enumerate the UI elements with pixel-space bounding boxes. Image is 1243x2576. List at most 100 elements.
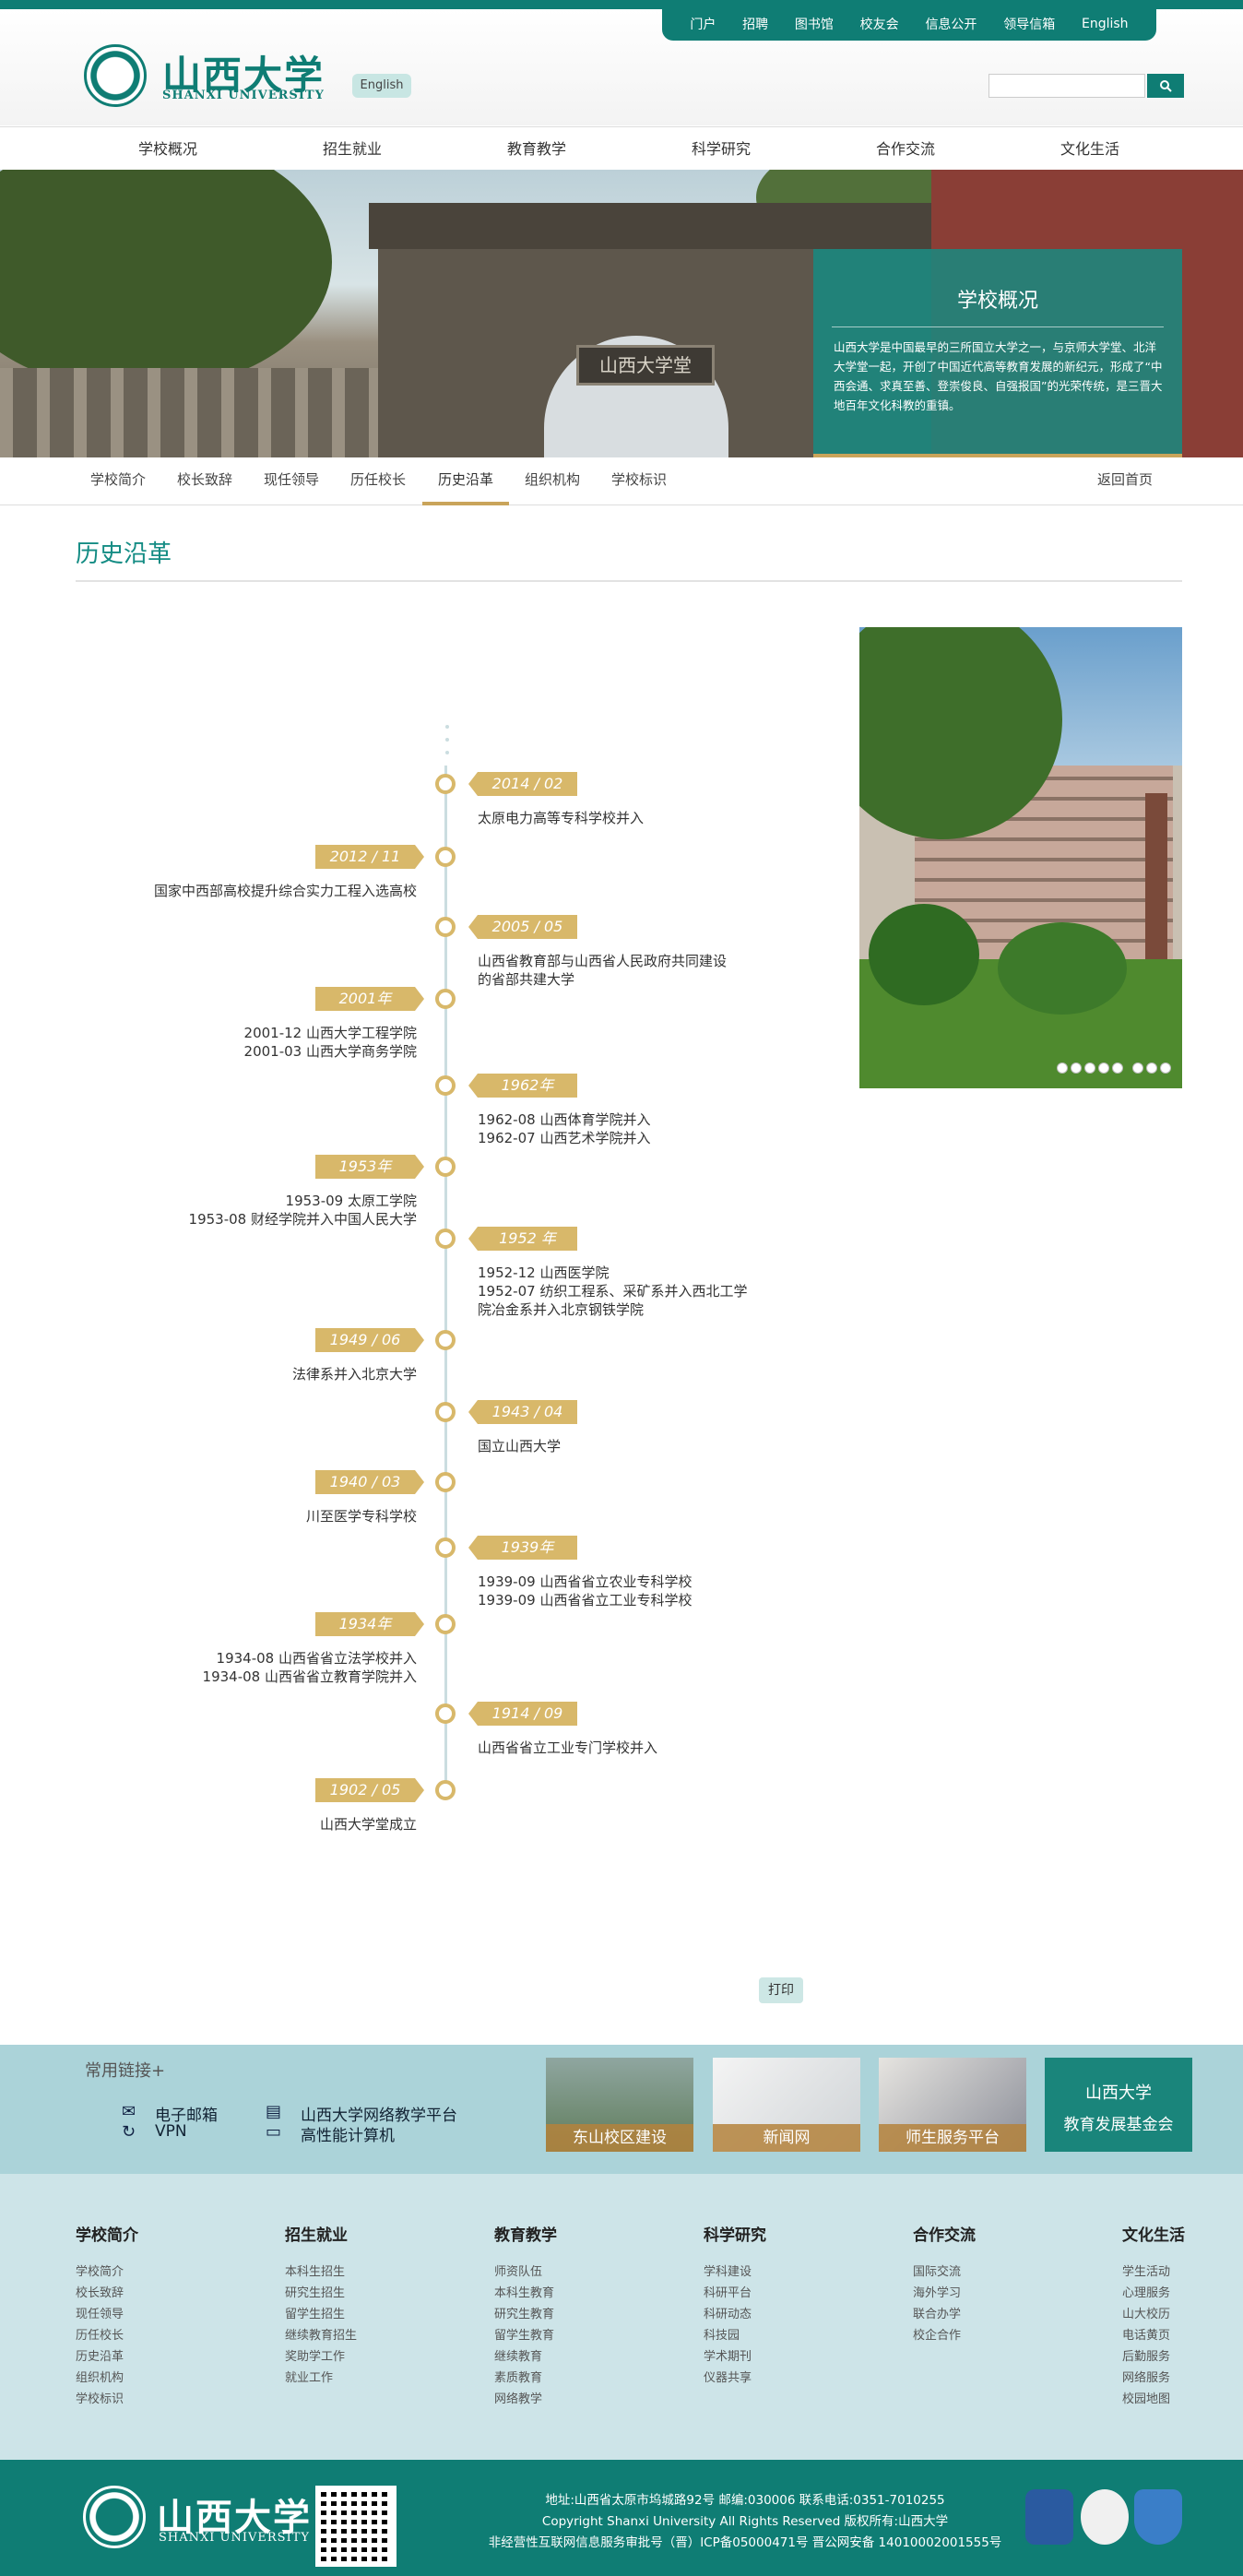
footer-link[interactable]: 学科建设 — [704, 2261, 870, 2283]
footer-link[interactable]: 奖助学工作 — [285, 2346, 451, 2368]
footer-link[interactable]: 历任校长 — [76, 2325, 242, 2346]
footer-link[interactable]: 科研平台 — [704, 2283, 870, 2304]
footer-column-title[interactable]: 招生就业 — [285, 2222, 451, 2245]
top-link-jobs[interactable]: 招聘 — [742, 15, 768, 33]
cyber-police-icon[interactable] — [1081, 2489, 1129, 2545]
logo-text-en[interactable]: SHANXI UNIVERSITY — [162, 89, 325, 102]
slider-dot[interactable] — [1084, 1062, 1095, 1074]
footer-link[interactable]: 海外学习 — [913, 2283, 1079, 2304]
footer-link[interactable]: 仪器共享 — [704, 2368, 870, 2389]
subnav-item-history[interactable]: 历史沿革 — [422, 457, 509, 505]
top-link-info[interactable]: 信息公开 — [925, 15, 977, 33]
footer-link[interactable]: 留学生教育 — [494, 2325, 660, 2346]
search-button[interactable] — [1147, 74, 1184, 98]
link-vpn[interactable]: VPN — [155, 2122, 187, 2141]
footer-column-title[interactable]: 教育教学 — [494, 2222, 660, 2245]
search-input[interactable] — [988, 74, 1145, 98]
link-hpc[interactable]: 高性能计算机 — [301, 2122, 395, 2145]
footer-link[interactable]: 后勤服务 — [1122, 2346, 1243, 2368]
top-link-mailbox[interactable]: 领导信箱 — [1003, 15, 1055, 33]
timeline-event-line: 太原电力高等专科学校并入 — [478, 810, 645, 826]
tile-service-platform[interactable]: 师生服务平台 — [879, 2058, 1026, 2152]
footer-link[interactable]: 心理服务 — [1122, 2283, 1243, 2304]
footer-link[interactable]: 科研动态 — [704, 2304, 870, 2325]
top-link-portal[interactable]: 门户 — [690, 15, 716, 33]
nav-item-education[interactable]: 教育教学 — [463, 127, 610, 172]
tile-dongshan-campus[interactable]: 东山校区建设 — [546, 2058, 693, 2152]
timeline-date-tag: 1902 / 05 — [315, 1778, 424, 1802]
subnav-item-identity[interactable]: 学校标识 — [596, 457, 682, 505]
nav-item-overview[interactable]: 学校概况 — [94, 127, 242, 172]
footer-link[interactable]: 学生活动 — [1122, 2261, 1243, 2283]
nav-item-cooperation[interactable]: 合作交流 — [832, 127, 979, 172]
footer-link[interactable]: 素质教育 — [494, 2368, 660, 2389]
footer-link[interactable]: 学术期刊 — [704, 2346, 870, 2368]
footer-icp[interactable]: 非经营性互联网信息服务审批号（晋）ICP备05000471号 晋公网安备 140… — [441, 2532, 1049, 2550]
quick-links-title[interactable]: 常用链接+ — [85, 2058, 165, 2082]
footer-link[interactable]: 电话黄页 — [1122, 2325, 1243, 2346]
police-badge-icon[interactable] — [1025, 2489, 1073, 2545]
nav-item-admission[interactable]: 招生就业 — [278, 127, 426, 172]
footer-link[interactable]: 学校标识 — [76, 2389, 242, 2410]
subnav-item-former-presidents[interactable]: 历任校长 — [336, 457, 420, 505]
timeline-node — [435, 1537, 456, 1558]
footer-bottom: 山西大学 SHANXI UNIVERSITY 地址:山西省太原市坞城路92号 邮… — [0, 2460, 1243, 2576]
footer-link[interactable]: 国际交流 — [913, 2261, 1079, 2283]
back-home-link[interactable]: 返回首页 — [1097, 457, 1153, 505]
footer-link[interactable]: 校长致辞 — [76, 2283, 242, 2304]
footer-link[interactable]: 组织机构 — [76, 2368, 242, 2389]
footer-link[interactable]: 继续教育 — [494, 2346, 660, 2368]
footer-link[interactable]: 继续教育招生 — [285, 2325, 451, 2346]
top-link-english[interactable]: English — [1082, 17, 1129, 31]
footer-link[interactable]: 留学生招生 — [285, 2304, 451, 2325]
footer-link[interactable]: 学校简介 — [76, 2261, 242, 2283]
slider-dot[interactable] — [1057, 1062, 1068, 1074]
slider-dot[interactable] — [1071, 1062, 1082, 1074]
top-link-alumni[interactable]: 校友会 — [860, 15, 899, 33]
top-link-library[interactable]: 图书馆 — [795, 15, 834, 33]
timeline-date-tag: 1949 / 06 — [315, 1328, 424, 1352]
footer-column: 学校简介 学校简介 校长致辞 现任领导 历任校长 历史沿革 组织机构 学校标识 — [76, 2222, 242, 2410]
print-button[interactable]: 打印 — [759, 1977, 803, 2003]
footer-link[interactable]: 就业工作 — [285, 2368, 451, 2389]
footer-link[interactable]: 网络服务 — [1122, 2368, 1243, 2389]
footer-link[interactable]: 历史沿革 — [76, 2346, 242, 2368]
english-button[interactable]: English — [352, 74, 411, 98]
timeline-event-line: 2001-03 山西大学商务学院 — [243, 1043, 417, 1060]
nav-item-culture[interactable]: 文化生活 — [1016, 127, 1164, 172]
page-title: 历史沿革 — [76, 540, 172, 568]
slider-dot[interactable] — [1098, 1062, 1109, 1074]
subnav-item-leaders[interactable]: 现任领导 — [249, 457, 334, 505]
campus-photo[interactable] — [859, 627, 1182, 1088]
footer-column-title[interactable]: 学校简介 — [76, 2222, 242, 2245]
footer-link[interactable]: 师资队伍 — [494, 2261, 660, 2283]
footer-link[interactable]: 科技园 — [704, 2325, 870, 2346]
footer-link[interactable]: 校园地图 — [1122, 2389, 1243, 2410]
footer-column: 招生就业本科生招生 研究生招生 留学生招生 继续教育招生 奖助学工作 就业工作 — [285, 2222, 451, 2389]
banner-tree — [0, 170, 332, 391]
footer-column-title[interactable]: 科学研究 — [704, 2222, 870, 2245]
slider-dot[interactable] — [1160, 1062, 1171, 1074]
footer-column-title[interactable]: 文化生活 — [1122, 2222, 1243, 2245]
slider-dot[interactable] — [1146, 1062, 1157, 1074]
slider-dot[interactable] — [1132, 1062, 1143, 1074]
nav-item-research[interactable]: 科学研究 — [647, 127, 795, 172]
footer-link[interactable]: 联合办学 — [913, 2304, 1079, 2325]
footer-column-title[interactable]: 合作交流 — [913, 2222, 1079, 2245]
footer-link[interactable]: 山大校历 — [1122, 2304, 1243, 2325]
footer-link[interactable]: 网络教学 — [494, 2389, 660, 2410]
university-emblem-icon[interactable] — [84, 44, 147, 107]
subnav-item-message[interactable]: 校长致辞 — [162, 457, 247, 505]
footer-link[interactable]: 本科生招生 — [285, 2261, 451, 2283]
footer-link[interactable]: 研究生招生 — [285, 2283, 451, 2304]
tile-news[interactable]: 新闻网 — [713, 2058, 860, 2152]
subnav-item-intro[interactable]: 学校简介 — [76, 457, 160, 505]
footer-link[interactable]: 本科生教育 — [494, 2283, 660, 2304]
security-shield-icon[interactable] — [1134, 2489, 1182, 2545]
tile-foundation[interactable]: 山西大学 教育发展基金会 — [1045, 2058, 1192, 2152]
footer-link[interactable]: 研究生教育 — [494, 2304, 660, 2325]
footer-link[interactable]: 现任领导 — [76, 2304, 242, 2325]
slider-dot[interactable] — [1112, 1062, 1123, 1074]
footer-link[interactable]: 校企合作 — [913, 2325, 1079, 2346]
subnav-item-organization[interactable]: 组织机构 — [509, 457, 596, 505]
